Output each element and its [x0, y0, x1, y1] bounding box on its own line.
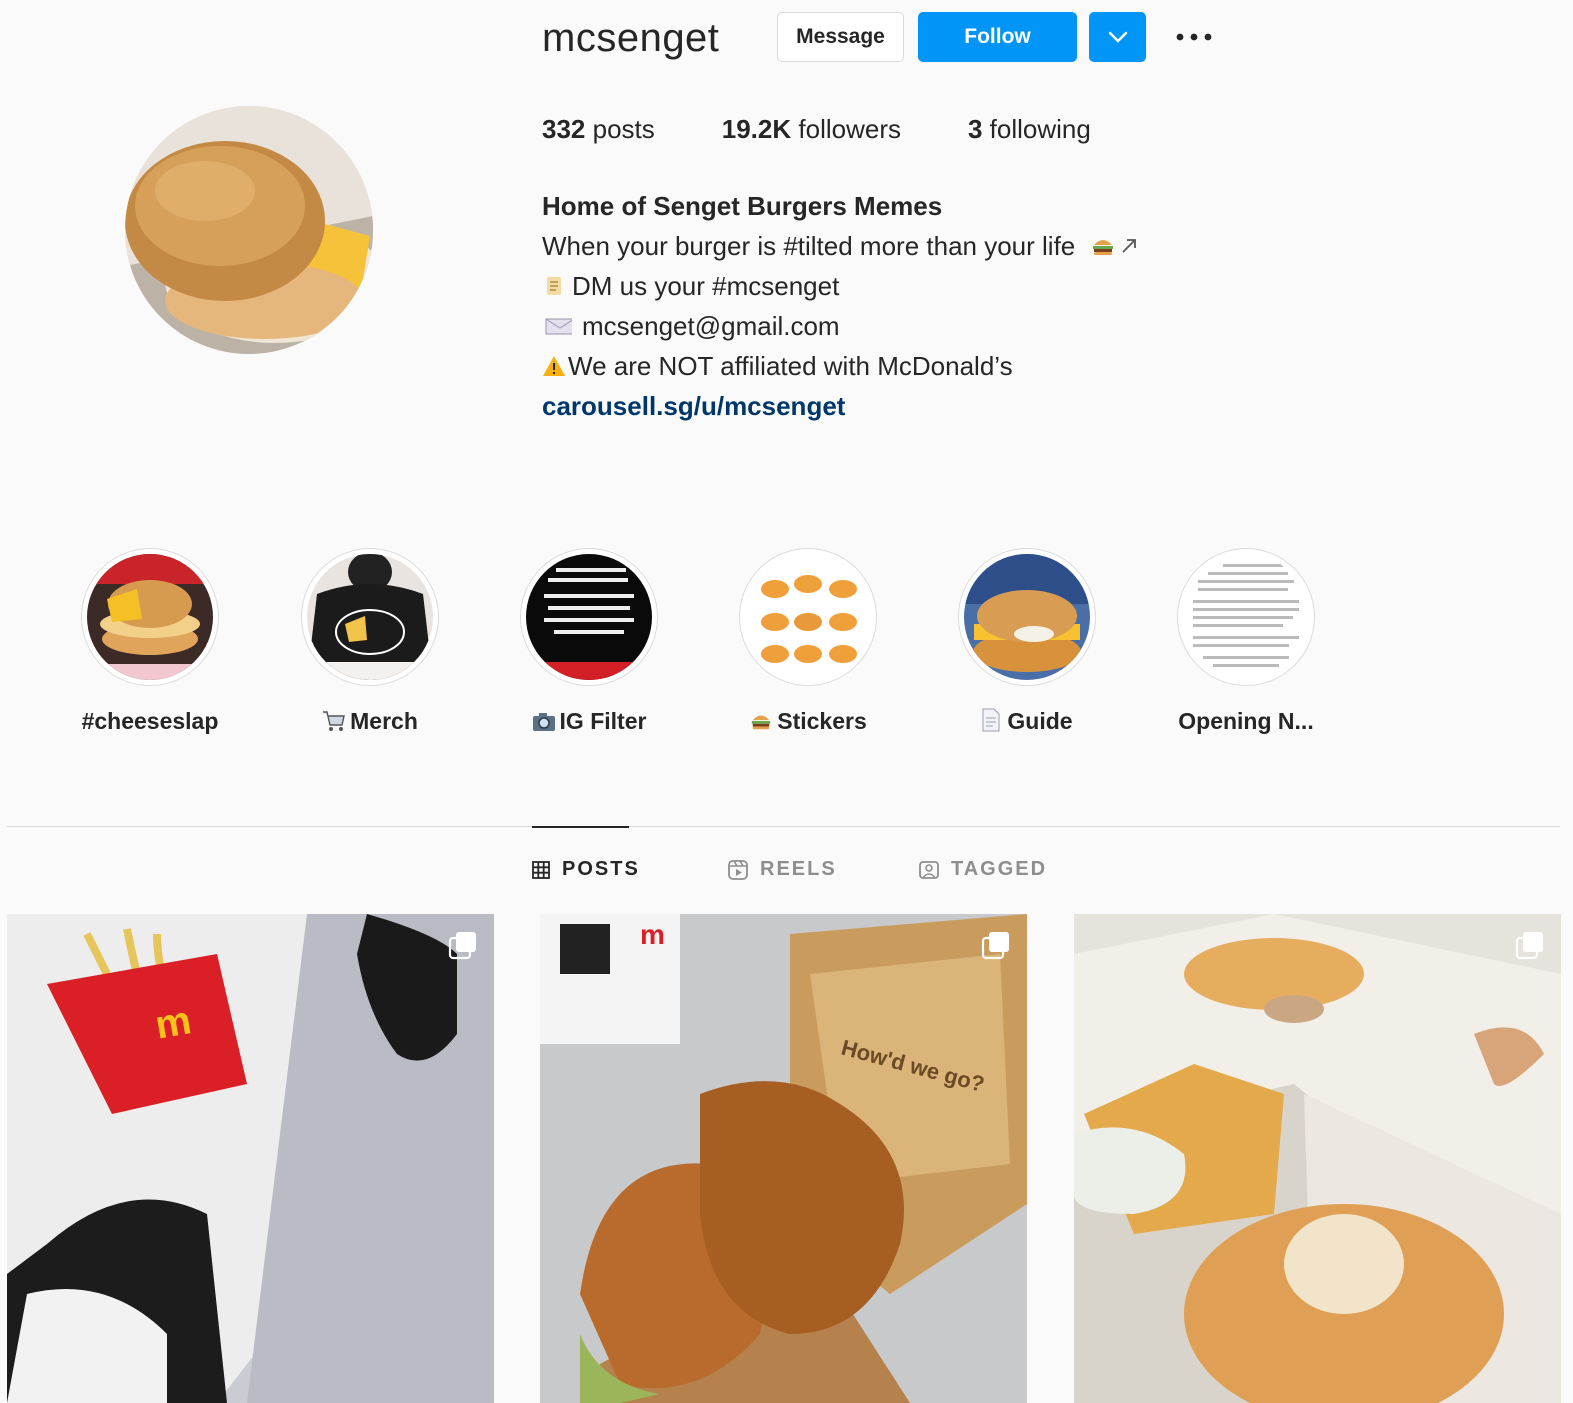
story-highlights: #cheeseslap Merch IG Filter Stickers Gui…: [0, 548, 1573, 748]
bio-line: When your burger is #tilted more than yo…: [542, 226, 1147, 266]
bio-line: mcsenget@gmail.com: [542, 306, 1147, 346]
carousel-icon: [448, 932, 476, 960]
post-thumbnail[interactable]: How'd we go? m: [540, 914, 1027, 1403]
highlight-guide[interactable]: Guide: [917, 548, 1137, 735]
tagged-user-icon: [919, 860, 939, 879]
reels-icon: [728, 859, 748, 880]
bio-line: We are NOT affiliated with McDonald’s: [542, 346, 1147, 386]
highlight-ig-filter[interactable]: IG Filter: [479, 548, 699, 735]
cart-icon: [323, 711, 345, 731]
post-image: How'd we go? m: [540, 914, 1027, 1403]
active-tab-indicator: [532, 826, 629, 828]
suggested-dropdown-button[interactable]: [1089, 12, 1146, 62]
following-link[interactable]: 3 following: [968, 114, 1091, 145]
profile-bio: Home of Senget Burgers Memes When your b…: [542, 186, 1147, 426]
profile-stats: 332 posts 19.2K followers 3 following: [542, 114, 1158, 145]
burger-icon: [1092, 240, 1113, 255]
posts-count: 332 posts: [542, 114, 655, 144]
scroll-icon: [547, 277, 561, 295]
post-thumbnail[interactable]: m: [7, 914, 494, 1403]
svg-text:m: m: [152, 998, 195, 1048]
carousel-icon: [981, 932, 1009, 960]
highlight-merch[interactable]: Merch: [260, 548, 480, 735]
tab-tagged[interactable]: TAGGED: [919, 858, 1047, 881]
message-button[interactable]: Message: [777, 12, 904, 62]
tabs-divider: [7, 826, 1560, 827]
bio-website-link[interactable]: carousell.sg/u/mcsenget: [542, 391, 845, 421]
highlight-cheeseslap[interactable]: #cheeseslap: [40, 548, 260, 735]
grid-icon: [532, 860, 550, 879]
more-horizontal-icon: [1176, 33, 1212, 41]
options-button[interactable]: [1170, 12, 1218, 62]
warning-icon: [543, 356, 565, 376]
highlight-opening-notes[interactable]: Opening N...: [1136, 548, 1356, 735]
burger-icon: [752, 715, 771, 730]
profile-username: mcsenget: [542, 16, 720, 60]
arrow-up-right-icon: [1121, 239, 1136, 253]
profile-avatar[interactable]: [125, 106, 373, 354]
post-image: [1074, 914, 1561, 1403]
highlight-stickers[interactable]: Stickers: [698, 548, 918, 735]
tab-reels[interactable]: REELS: [728, 858, 837, 881]
camera-icon: [532, 713, 555, 731]
post-image: m: [7, 914, 494, 1403]
bio-line: DM us your #mcsenget: [542, 266, 1147, 306]
svg-text:m: m: [640, 919, 665, 950]
tab-posts[interactable]: POSTS: [532, 858, 640, 881]
envelope-icon: [545, 318, 572, 335]
follow-button[interactable]: Follow: [918, 12, 1077, 62]
carousel-icon: [1515, 932, 1543, 960]
chevron-down-icon: [1108, 31, 1127, 43]
post-thumbnail[interactable]: [1074, 914, 1561, 1403]
followers-link[interactable]: 19.2K followers: [722, 114, 901, 145]
page-icon: [982, 708, 1000, 732]
bio-title: Home of Senget Burgers Memes: [542, 191, 943, 221]
